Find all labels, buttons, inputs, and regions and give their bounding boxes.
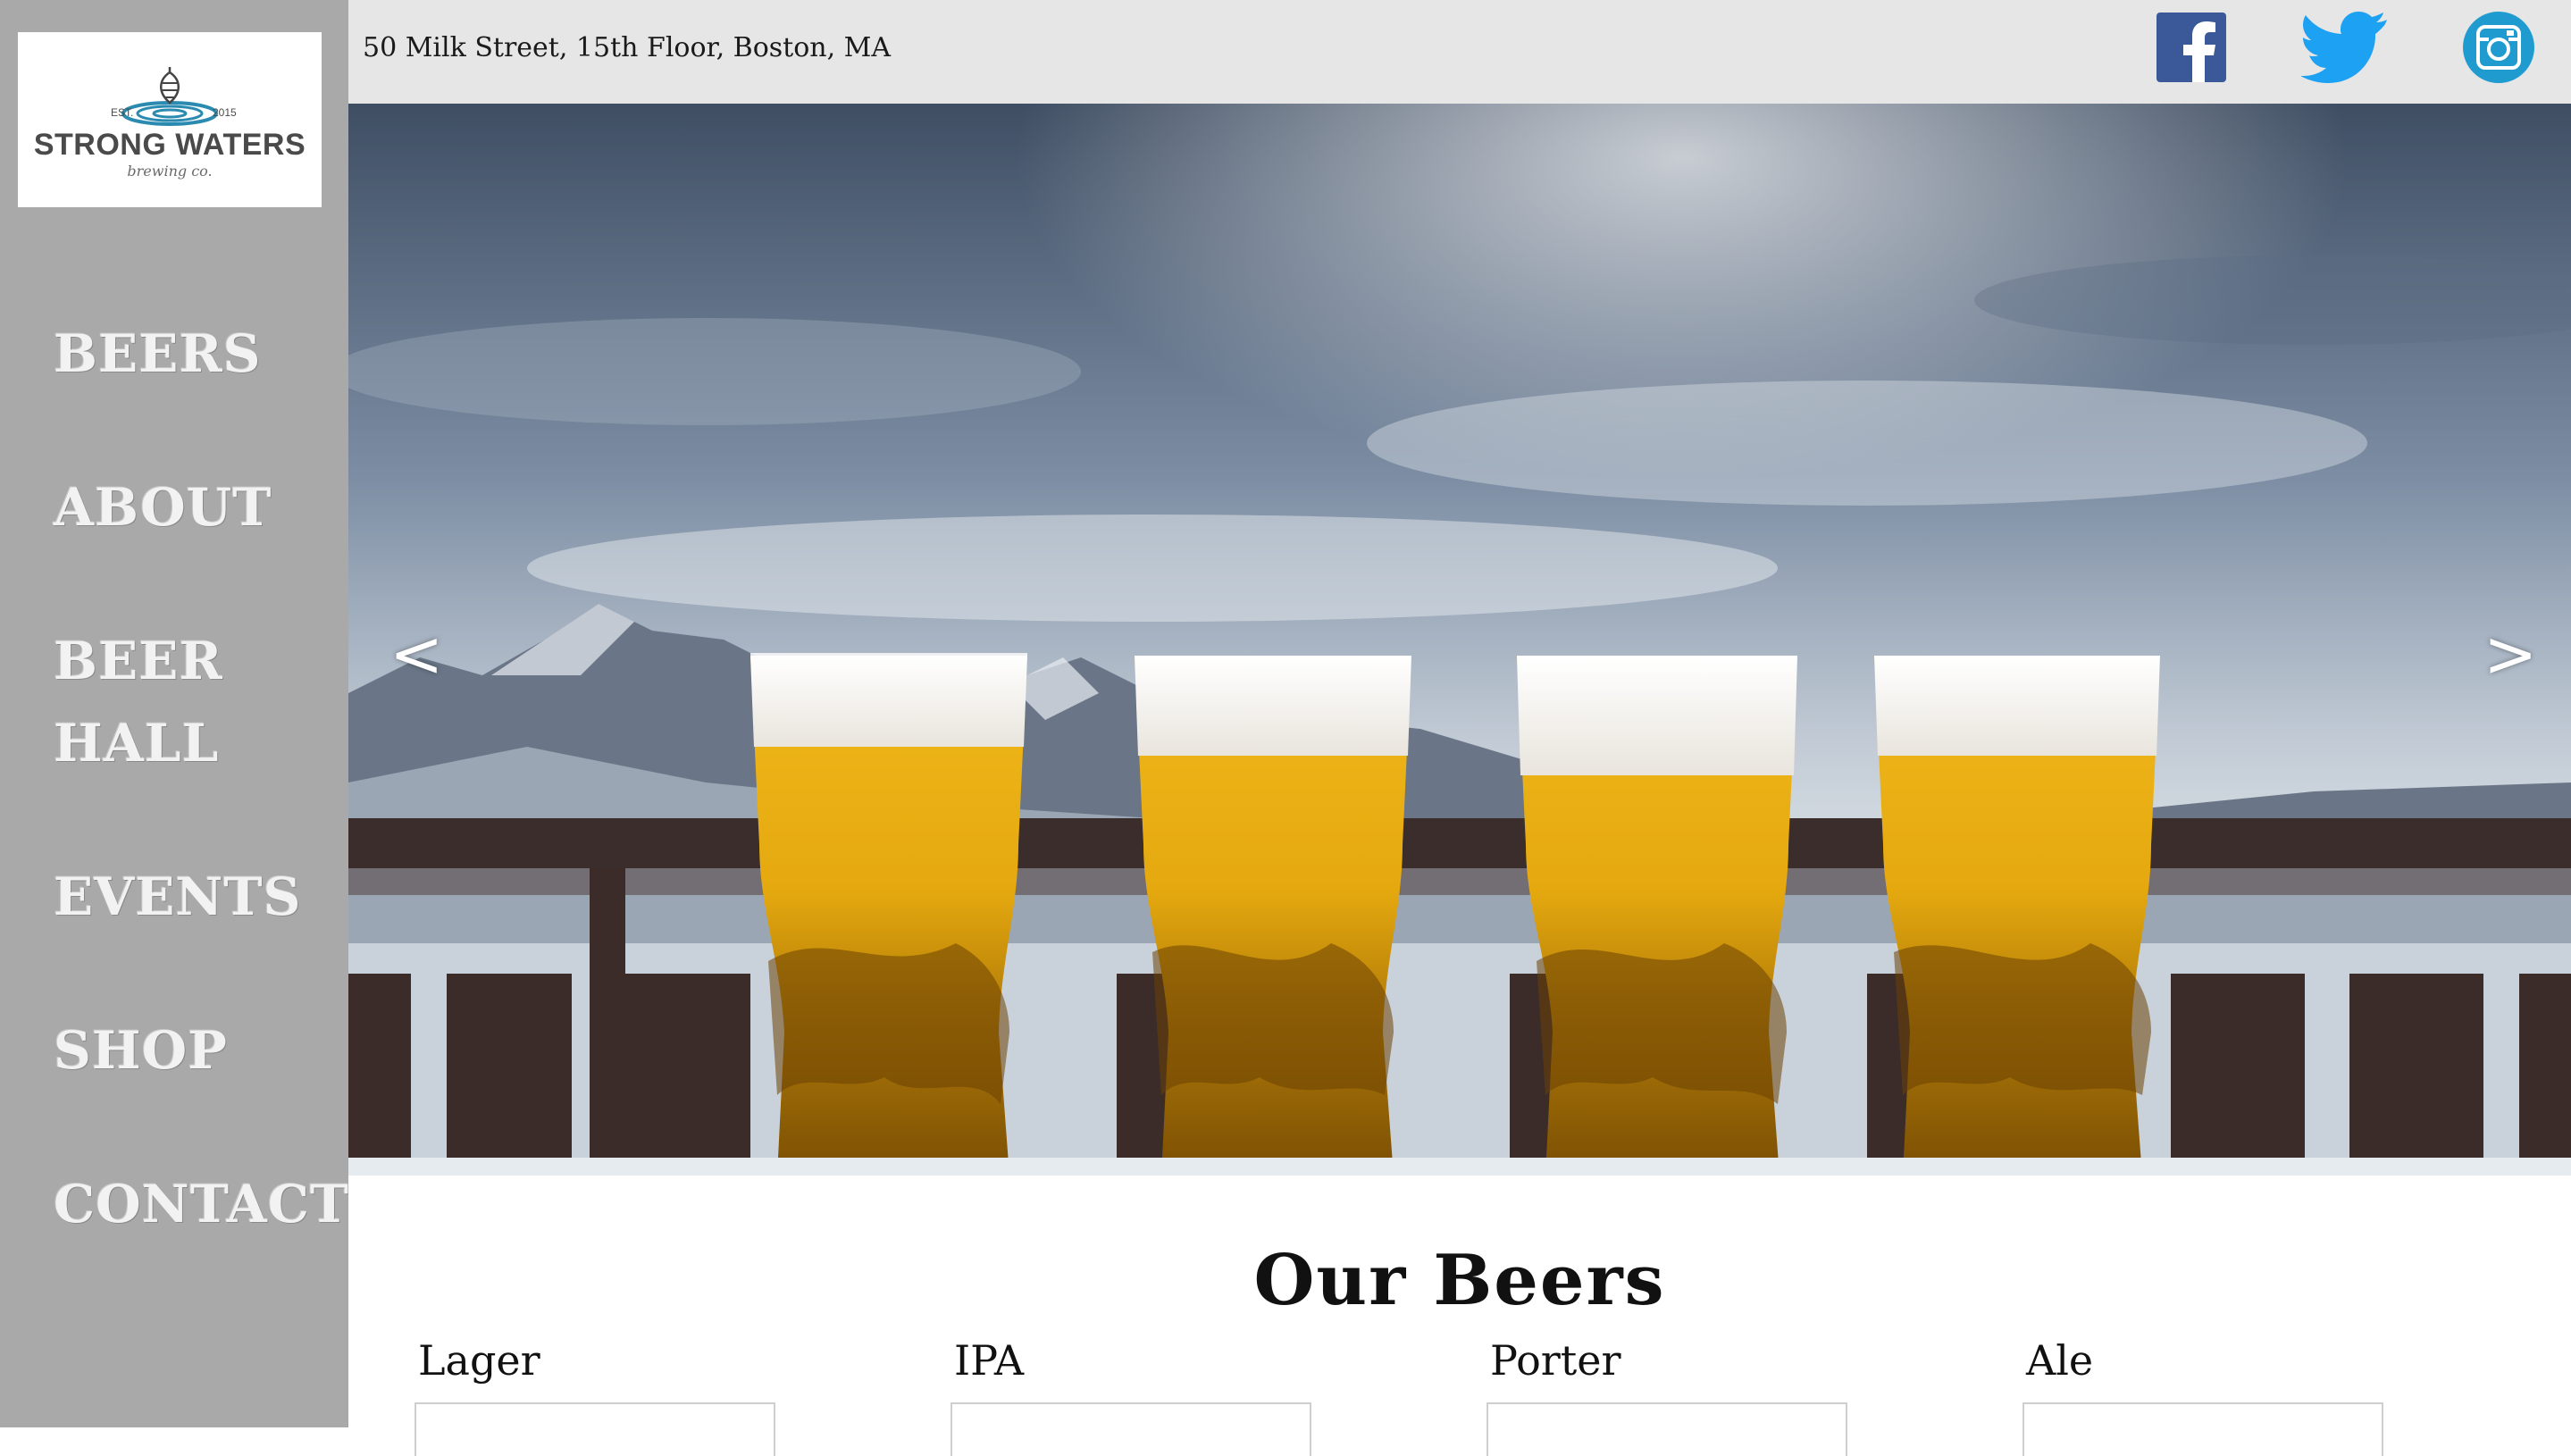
logo-emblem: EST. 2015	[36, 60, 304, 131]
section-title: Our Beers	[1253, 1240, 1666, 1321]
hero-image	[348, 104, 2571, 1176]
beer-card-ale[interactable]: Ale	[2022, 1336, 2389, 1456]
beer-glass-4	[1874, 656, 2160, 1176]
beer-image-frame	[1486, 1402, 1847, 1456]
main-nav: BEERS ABOUT BEER HALL EVENTS SHOP CONTAC…	[54, 313, 348, 1317]
carousel-next-button[interactable]: >	[2483, 616, 2537, 691]
top-bar: 50 Milk Street, 15th Floor, Boston, MA	[348, 0, 2571, 104]
beer-name: Porter	[1490, 1336, 1621, 1385]
beer-card-lager[interactable]: Lager	[415, 1336, 781, 1456]
instagram-icon[interactable]	[2462, 11, 2535, 84]
nav-item-events[interactable]: EVENTS	[54, 856, 339, 938]
beer-image-frame	[951, 1402, 1311, 1456]
beer-glass-1	[750, 653, 1027, 1176]
hero-carousel	[348, 104, 2571, 1176]
logo-name: STRONG WATERS	[33, 128, 306, 162]
beer-card-porter[interactable]: Porter	[1486, 1336, 1853, 1456]
beer-card-ipa[interactable]: IPA	[951, 1336, 1317, 1456]
address: 50 Milk Street, 15th Floor, Boston, MA	[363, 32, 892, 63]
carousel-prev-button[interactable]: <	[389, 616, 443, 691]
beers-section: Our Beers Lager IPA Porter Ale	[348, 1176, 2571, 1456]
hop-emblem-icon	[121, 67, 218, 126]
beer-name: Lager	[418, 1336, 540, 1385]
nav-item-beers[interactable]: BEERS	[54, 313, 339, 395]
beer-image-frame	[2022, 1402, 2383, 1456]
beer-name: IPA	[954, 1336, 1025, 1385]
facebook-icon[interactable]	[2155, 11, 2228, 84]
logo-subtitle: brewing co.	[127, 163, 213, 180]
nav-item-shop[interactable]: SHOP	[54, 1009, 339, 1092]
logo-year: 2015	[213, 106, 237, 119]
logo-est: EST.	[111, 106, 134, 119]
nav-item-contact[interactable]: CONTACT	[54, 1163, 348, 1245]
nav-item-about[interactable]: ABOUT	[54, 466, 339, 548]
beer-name: Ale	[2026, 1336, 2094, 1385]
beer-glass-3	[1517, 656, 1797, 1176]
beer-image-frame	[415, 1402, 775, 1456]
beer-glass-2	[1135, 656, 1411, 1176]
twitter-icon[interactable]	[2300, 11, 2387, 84]
nav-item-beer-hall[interactable]: BEER HALL	[54, 620, 250, 784]
logo[interactable]: EST. 2015 STRONG WATERS brewing co.	[18, 32, 322, 207]
sidebar: EST. 2015 STRONG WATERS brewing co. BEER…	[0, 0, 348, 1427]
